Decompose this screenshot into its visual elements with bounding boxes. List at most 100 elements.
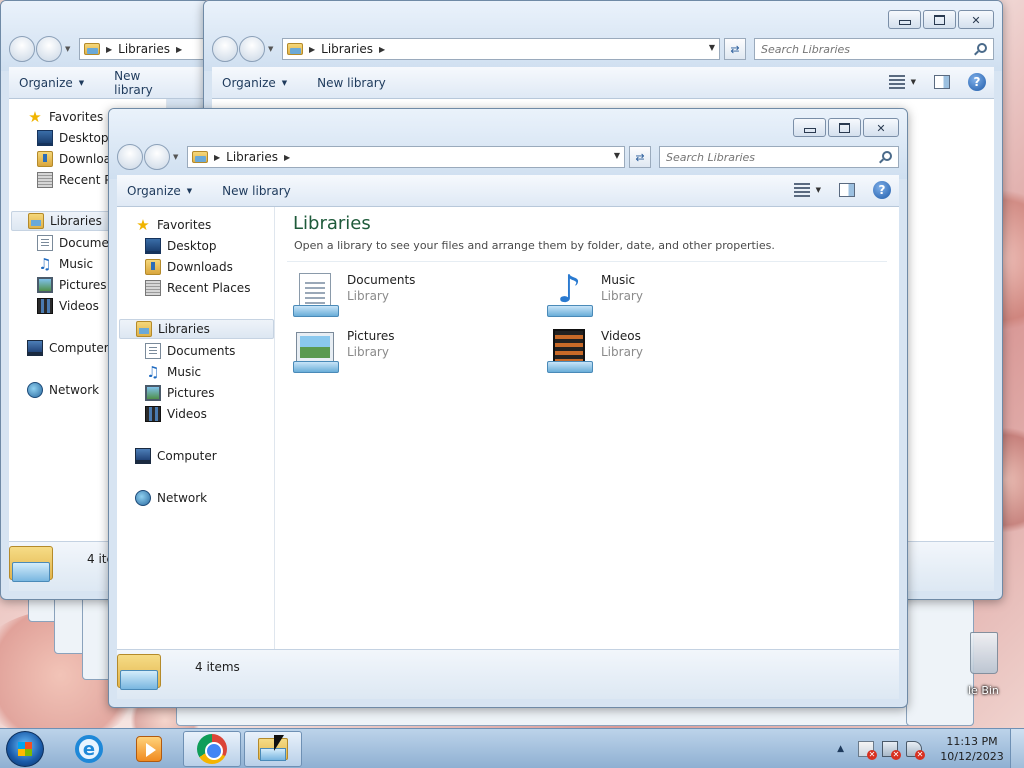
command-bar: Organize ▼ New library [9,67,209,99]
taskbar-internet-explorer[interactable]: e [60,731,118,767]
forward-button[interactable] [144,144,170,170]
back-button[interactable] [212,36,238,62]
show-hidden-icons-icon[interactable]: ▲ [837,744,844,754]
search-box[interactable] [754,38,994,60]
search-input[interactable] [761,42,959,56]
search-input[interactable] [666,150,864,164]
taskbar-windows-explorer[interactable] [244,731,302,767]
clock-date: 10/12/2023 [940,750,1004,763]
chevron-down-icon[interactable]: ▼ [816,186,821,194]
library-documents[interactable]: Documents Library [293,269,513,319]
refresh-button[interactable]: ⇄ [629,146,651,168]
breadcrumb-arrow-icon: ▶ [106,44,113,54]
recent-places-icon [37,172,53,188]
organize-button[interactable]: Organize ▼ [19,76,84,90]
nav-videos[interactable]: Videos [145,404,274,424]
recycle-bin-icon[interactable] [970,632,998,674]
minimize-icon [899,14,911,25]
documents-icon [37,235,53,251]
search-box[interactable] [659,146,899,168]
downloads-icon [145,259,161,275]
minimize-button[interactable] [888,10,921,29]
address-bar[interactable]: ▶ Libraries ▶ ▼ [282,38,720,60]
close-icon [876,121,885,135]
address-bar[interactable]: ▶ Libraries ▶ [79,38,209,60]
nav-favorites[interactable]: ★ Favorites [135,215,274,235]
change-view-icon[interactable] [888,75,905,89]
clock[interactable]: 11:13 PM 10/12/2023 [934,734,1010,764]
taskbar-chrome[interactable] [183,731,241,767]
explorer-window-front[interactable]: ▼ ▶ Libraries ▶ ▼ ⇄ Organize▼ New librar… [108,108,908,708]
breadcrumb-arrow-icon[interactable]: ▶ [379,45,385,54]
new-library-button[interactable]: New library [222,184,291,198]
help-icon[interactable]: ? [968,73,986,91]
new-library-button[interactable]: New library [114,69,179,97]
downloads-icon [37,151,53,167]
volume-muted-icon[interactable] [906,741,925,760]
breadcrumb-libraries[interactable]: Libraries [226,150,278,164]
documents-icon [145,343,161,359]
computer-icon [135,448,151,464]
clock-time: 11:13 PM [946,735,998,748]
nav-documents[interactable]: Documents [145,341,274,361]
help-icon[interactable]: ? [873,181,891,199]
breadcrumb-arrow-icon: ▶ [309,44,316,54]
change-view-icon[interactable] [793,183,810,197]
documents-library-icon [293,273,339,317]
chevron-down-icon: ▼ [281,78,288,87]
back-button[interactable] [117,144,143,170]
computer-icon [27,340,43,356]
action-center-icon[interactable] [858,741,877,760]
breadcrumb-arrow-icon[interactable]: ▶ [176,45,182,54]
close-button[interactable] [863,118,899,137]
preview-pane-icon[interactable] [839,183,855,197]
nav-network[interactable]: Network [135,488,274,508]
chevron-down-icon[interactable]: ▼ [911,78,916,86]
preview-pane-icon[interactable] [934,75,950,89]
library-pictures[interactable]: Pictures Library [293,325,513,375]
breadcrumb-libraries[interactable]: Libraries [321,42,373,56]
search-icon[interactable] [977,43,987,53]
libraries-icon [287,43,303,55]
nav-computer[interactable]: Computer [135,446,274,466]
pictures-icon [37,277,53,293]
close-button[interactable] [958,10,994,29]
forward-button[interactable] [36,36,62,62]
libraries-folder-icon [9,542,53,584]
forward-button[interactable] [239,36,265,62]
desktop-icon [145,238,161,254]
nav-pictures[interactable]: Pictures [145,383,274,403]
recent-pages-dropdown[interactable]: ▼ [173,153,183,161]
organize-button[interactable]: Organize ▼ [127,184,192,198]
nav-libraries[interactable]: Libraries [119,319,274,339]
recent-pages-dropdown[interactable]: ▼ [268,45,278,53]
network-status-icon[interactable] [882,741,901,760]
minimize-button[interactable] [793,118,826,137]
libraries-folder-icon [117,650,161,692]
back-button[interactable] [9,36,35,62]
search-icon[interactable] [882,151,892,161]
library-music[interactable]: ♪ Music Library [547,269,767,319]
breadcrumb-libraries[interactable]: Libraries [118,42,170,56]
taskbar-media-player[interactable] [120,731,178,767]
recent-pages-dropdown[interactable]: ▼ [65,45,75,53]
network-icon [135,490,151,506]
breadcrumb-arrow-icon[interactable]: ▶ [284,153,290,162]
maximize-button[interactable] [923,10,956,29]
maximize-button[interactable] [828,118,861,137]
star-icon: ★ [136,216,150,234]
nav-recent-places[interactable]: Recent Places [145,278,274,298]
nav-downloads[interactable]: Downloads [145,257,274,277]
new-library-button[interactable]: New library [317,76,386,90]
address-dropdown-icon[interactable]: ▼ [614,151,620,160]
nav-music[interactable]: ♫ Music [145,362,274,382]
nav-desktop[interactable]: Desktop [145,236,274,256]
libraries-icon [192,151,208,163]
organize-button[interactable]: Organize ▼ [222,76,287,90]
address-dropdown-icon[interactable]: ▼ [709,43,715,52]
library-videos[interactable]: Videos Library [547,325,767,375]
refresh-button[interactable]: ⇄ [724,38,746,60]
start-button[interactable] [6,731,44,767]
show-desktop-button[interactable] [1010,729,1024,768]
address-bar[interactable]: ▶ Libraries ▶ ▼ [187,146,625,168]
